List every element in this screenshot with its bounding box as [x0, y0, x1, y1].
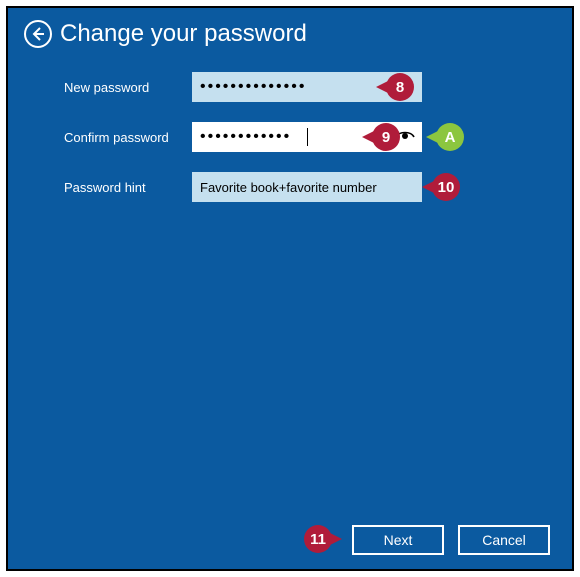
next-button[interactable]: Next	[352, 525, 444, 555]
text-caret	[307, 128, 308, 146]
page-title: Change your password	[60, 20, 307, 48]
password-hint-field-wrap	[192, 172, 422, 202]
password-hint-label: Password hint	[64, 180, 192, 195]
confirm-password-row: Confirm password 9 A	[64, 122, 556, 152]
form-area: New password 8 Confirm password 9 A	[8, 52, 572, 202]
password-hint-input[interactable]	[192, 172, 422, 202]
callout-8: 8	[386, 73, 414, 101]
callout-a: A	[436, 123, 464, 151]
callout-10: 10	[432, 173, 460, 201]
new-password-label: New password	[64, 80, 192, 95]
confirm-password-label: Confirm password	[64, 130, 192, 145]
new-password-row: New password 8	[64, 72, 556, 102]
callout-11: 11	[304, 525, 332, 553]
header: Change your password	[8, 8, 572, 52]
back-button[interactable]	[24, 20, 52, 48]
back-arrow-icon	[30, 26, 46, 42]
password-hint-row: Password hint 10	[64, 172, 556, 202]
footer-buttons: Next Cancel	[352, 525, 550, 555]
callout-9: 9	[372, 123, 400, 151]
change-password-window: Change your password New password 8 Conf…	[6, 6, 574, 571]
cancel-button[interactable]: Cancel	[458, 525, 550, 555]
